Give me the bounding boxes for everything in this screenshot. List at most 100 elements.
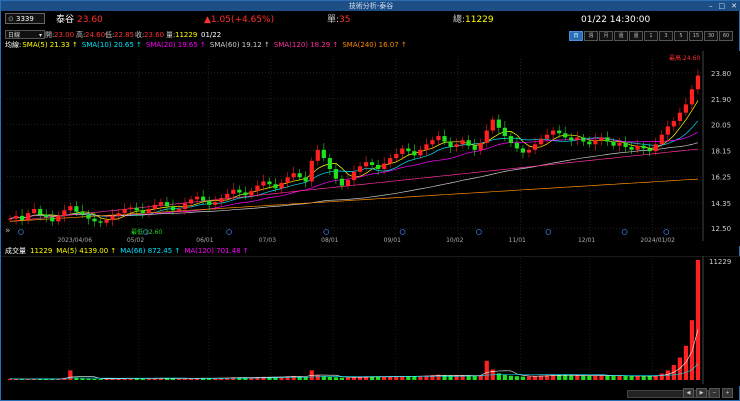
price-chart[interactable]: 23.80 21.90 20.05 18.15 16.25 14.35 12.50 2023/… [1, 51, 740, 246]
volume-bar [176, 378, 182, 380]
timeframe-button-1[interactable]: 週 [584, 31, 598, 41]
close-button[interactable]: ✕ [731, 1, 737, 11]
timeframe-button-4[interactable]: 還 [629, 31, 643, 41]
price-axis-label: 16.25 [711, 174, 731, 182]
date-axis-label: 2024/01/02 [640, 237, 675, 244]
zoom-in-icon[interactable]: + [722, 388, 733, 398]
volume-legend: 成交量 11229 MA(5) 4139.00 ↑ MA(66) 872.45 ↑ MA… [5, 247, 257, 256]
date-axis-label: 07/03 [259, 237, 276, 244]
candle-body [599, 137, 604, 141]
ma-legend-title: 均線: [5, 41, 22, 49]
ma-legend-item-2: SMA(20) 19.65 ↑ [145, 41, 206, 49]
volume-bar [647, 376, 652, 380]
timeframe-button-2[interactable]: 月 [599, 31, 613, 41]
maximize-button[interactable]: □ [719, 1, 726, 11]
candle-body [273, 184, 278, 189]
candle-body [442, 136, 447, 142]
volume-bar [140, 378, 145, 380]
volume-legend-items: MA(5) 4139.00 ↑ MA(66) 872.45 ↑ MA(120) 70… [56, 247, 253, 255]
candle-body [538, 138, 544, 145]
candle-body [677, 112, 682, 121]
candle-body [575, 137, 580, 141]
candle-body [617, 142, 622, 146]
volume-bar [611, 375, 616, 380]
chart-toolbar: ◀ ▶ − + [683, 388, 733, 398]
candle-body [466, 140, 471, 146]
candle-body [454, 144, 459, 148]
timeframe-button-3[interactable]: 還 [614, 31, 628, 41]
volume-bar [689, 320, 695, 380]
volume-chart[interactable]: 11229 [1, 256, 740, 386]
chart-window: 技術分析-泰谷 – □ ✕ ⊙ 3339 泰谷 23.60 ▲1.05(+4.6… [0, 0, 740, 401]
period-value: 日線 [8, 32, 21, 39]
candle-body [194, 196, 200, 200]
zoom-out-icon[interactable]: − [709, 388, 720, 398]
candle-body [13, 215, 19, 219]
last-price: 23.60 [77, 15, 103, 25]
stock-code-value: 3339 [16, 15, 34, 23]
ma-legend-item-4: SMA(120) 18.29 ↑ [273, 41, 339, 49]
volume-bar [599, 375, 604, 380]
ma-legend-item-0: SMA(5) 21.33 ↑ [22, 41, 78, 49]
volume-chart-bg [1, 256, 740, 386]
high-annotation: 最高:24.60 [669, 54, 700, 62]
date-axis-label: 2023/04/06 [57, 237, 92, 244]
candle-body [321, 149, 326, 159]
volume-bar [92, 378, 97, 380]
price-axis-label: 14.35 [711, 200, 731, 208]
timeframe-button-10[interactable]: 60 [719, 31, 733, 41]
candle-body [32, 208, 37, 214]
candle-body [400, 148, 405, 154]
candle-body [611, 141, 616, 146]
candle-body [110, 215, 115, 220]
volume-bar [502, 374, 507, 380]
high-label: 高: [76, 31, 86, 39]
candle-body [605, 137, 610, 142]
volume-bar [333, 377, 339, 380]
candle-body [74, 206, 79, 212]
candle-body [629, 147, 634, 150]
candle-body [297, 173, 302, 178]
vol-legend-item-0: MA(5) 4139.00 ↑ [56, 247, 117, 255]
volume-bar [315, 375, 320, 380]
scroll-right-icon[interactable]: ▶ [696, 388, 707, 398]
volume-bar [327, 376, 332, 380]
candle-body [569, 137, 574, 141]
volume-bar [557, 375, 562, 380]
volume-bar [605, 375, 610, 380]
minimize-button[interactable]: – [709, 1, 713, 11]
info-bar: 日線 ▾ 開: 23.00 高: 24.60 低: 22.85 收: 23.60… [1, 30, 740, 41]
candle-body [50, 217, 55, 222]
timeframe-button-5[interactable]: 1 [644, 31, 658, 41]
price-axis-label: 18.15 [711, 148, 731, 156]
vol-legend-item-1: MA(66) 872.45 ↑ [120, 247, 181, 255]
volume-bar [617, 375, 622, 380]
candle-body [472, 145, 477, 150]
volume-bar [170, 378, 176, 380]
timeframe-button-0[interactable]: 日 [569, 31, 583, 41]
ma-legend: 均線:SMA(5) 21.33 ↑ SMA(10) 20.65 ↑ SMA(20) … [5, 41, 415, 50]
volume-bar [484, 360, 489, 380]
candle-body [351, 171, 357, 181]
volume-bar [520, 376, 526, 380]
volume-bar [581, 375, 586, 380]
candle-body [207, 200, 212, 205]
candle-body [484, 130, 489, 143]
quote-bar: ⊙ 3339 泰谷 23.60 ▲1.05(+4.65%) 單: 35 總: 1… [1, 12, 740, 28]
candle-body [363, 162, 369, 167]
timeframe-button-9[interactable]: 30 [704, 31, 718, 41]
timeframe-button-7[interactable]: 5 [674, 31, 688, 41]
scroll-left-icon[interactable]: ◀ [683, 388, 694, 398]
price-axis-label: 12.50 [711, 225, 731, 233]
candle-body [345, 180, 351, 186]
timeframe-button-6[interactable]: 3 [659, 31, 673, 41]
timeframe-button-8[interactable]: 15 [689, 31, 703, 41]
total-volume-value: 11229 [465, 15, 494, 25]
volume-bar [134, 378, 139, 380]
candle-body [243, 192, 248, 196]
stock-code-input[interactable]: ⊙ 3339 [5, 13, 45, 24]
candle-body [134, 207, 139, 211]
expand-icon[interactable]: » [5, 226, 11, 236]
search-icon: ⊙ [8, 15, 14, 23]
period-select[interactable]: 日線 ▾ [5, 30, 45, 39]
